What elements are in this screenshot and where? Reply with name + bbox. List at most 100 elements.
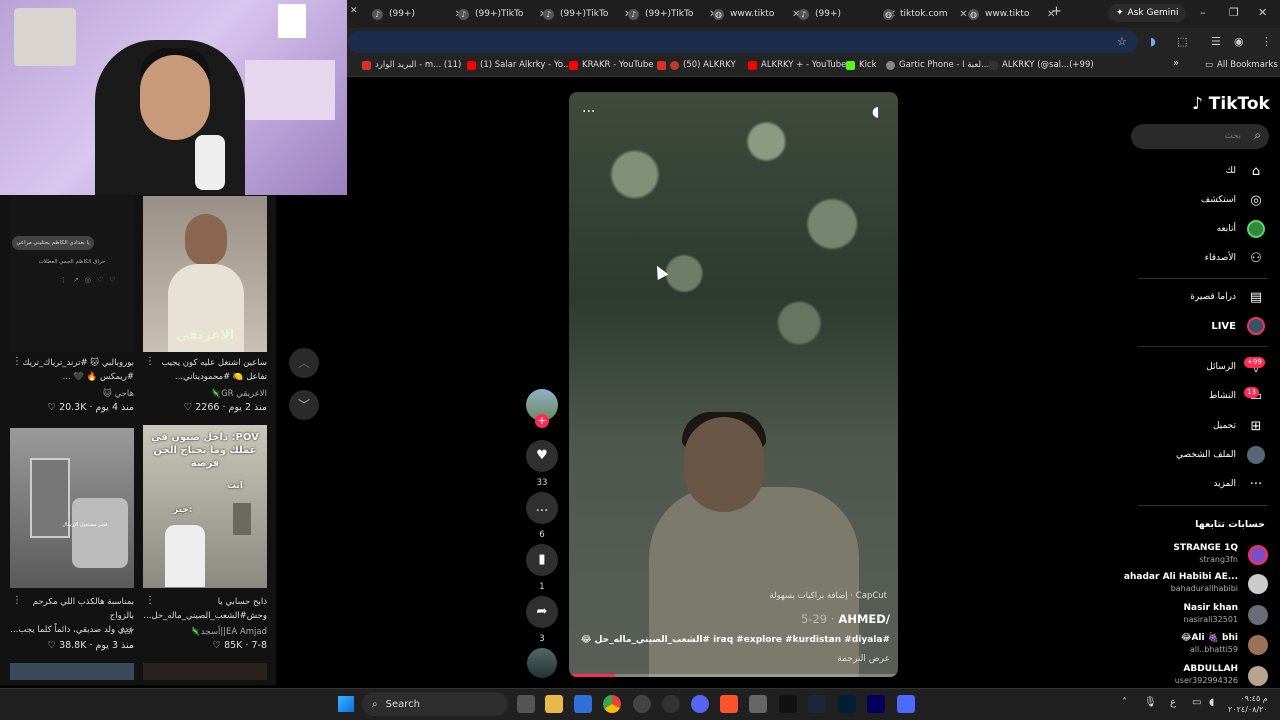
tiktok-logo[interactable]: ♪ TikTok — [1192, 94, 1270, 114]
volume-icon[interactable]: ◖ — [1209, 697, 1214, 708]
app-icon[interactable] — [897, 695, 915, 713]
extensions-icon[interactable]: ⬚ — [1177, 35, 1187, 48]
task-view-icon[interactable] — [517, 695, 535, 713]
bookmark-item[interactable]: KRAKR - YouTube — [569, 60, 653, 70]
followed-account[interactable]: Nasir khan nasirali32501 — [1118, 603, 1268, 629]
file-explorer-icon[interactable] — [545, 695, 563, 713]
close-window-icon[interactable]: ✕ — [1258, 6, 1267, 19]
capcut-icon[interactable] — [779, 695, 797, 713]
translate-link[interactable]: عرض الترجمة — [569, 654, 890, 664]
more-bookmarks-button[interactable]: » — [1173, 58, 1179, 69]
bookmark-item[interactable]: ALKRKY + - YouTube — [748, 60, 846, 70]
nav-short-drama[interactable]: ▤ دراما قصيرة — [1190, 286, 1266, 308]
video-player[interactable]: ··· ◖ CapCut · إضافة براكيات بسهولة 5-29… — [569, 92, 898, 677]
capcut-label[interactable]: CapCut · إضافة براكيات بسهولة — [569, 591, 887, 601]
video-hashtags[interactable]: #iraq #explore #kurdistan #diyala #الشعب… — [579, 635, 890, 645]
obs-icon[interactable] — [662, 695, 680, 713]
store-icon[interactable] — [574, 695, 592, 713]
search-input[interactable] — [1141, 128, 1241, 144]
windows-start-icon[interactable] — [338, 696, 354, 712]
video-caption[interactable]: ساعين اشتغل عليه كون يجيب تفاعل 🍋 #محمودي… — [143, 356, 267, 384]
browser-tab[interactable]: ♪(99+)TikTo✕ — [543, 4, 632, 24]
browser-tab-active[interactable]: ◍ www.tikto ✕ — [968, 4, 1055, 24]
bookmark-item[interactable]: (1) Salar Alkrky - Yo... — [467, 60, 571, 70]
share-button[interactable]: ➦ 3 — [526, 596, 558, 644]
all-bookmarks-button[interactable]: ▭ All Bookmarks — [1205, 60, 1278, 70]
followed-account[interactable]: 😂Ali 🍇 bhi all..bhatti59 — [1118, 633, 1268, 659]
search-icon[interactable]: ⌕ — [1254, 128, 1261, 143]
bookmark-icon[interactable]: ▮ — [526, 544, 558, 576]
browser-tab[interactable]: ♪(99+)✕ — [798, 4, 896, 24]
nav-live[interactable]: LIVE — [1211, 315, 1266, 337]
heart-icon[interactable]: ♥ — [526, 440, 558, 472]
premiere-icon[interactable] — [867, 695, 885, 713]
taskbar-search[interactable]: ⌕ Search — [362, 692, 508, 716]
video-caption[interactable]: بوروبالبي 🐱 #ترند_ترياك_تريك #ريمكس 🔥 🖤 .… — [10, 356, 134, 384]
chevron-up-icon[interactable]: ˄ — [1122, 697, 1127, 708]
video-author[interactable]: الاعريقي GR🦎 — [143, 389, 267, 399]
previous-video-button[interactable]: ︿ — [289, 348, 319, 378]
save-button[interactable]: ▮ 1 — [526, 544, 558, 592]
minimize-icon[interactable]: – — [1200, 6, 1206, 19]
ask-gemini-button[interactable]: ✦ Ask Gemini — [1108, 4, 1187, 22]
mic-icon[interactable]: 🎙 — [1144, 697, 1157, 708]
followed-account[interactable]: STRANGE 1Q strang3fn — [1118, 543, 1268, 569]
video-thumbnail[interactable] — [143, 663, 267, 680]
nav-explore[interactable]: ◎ استكشف — [1201, 189, 1266, 211]
comment-button[interactable]: … 6 — [526, 492, 558, 540]
listen-icon[interactable]: ◗ — [1150, 35, 1156, 48]
video-thumbnail[interactable]: POV: داخل صبون في عملك وما تحتاج الجن فر… — [143, 425, 267, 588]
nav-for-you[interactable]: ⌂ لك — [1226, 160, 1266, 182]
more-options-icon[interactable]: ··· — [582, 104, 595, 120]
network-icon[interactable]: ▭ — [1192, 697, 1201, 708]
video-author[interactable]: هاجي 🐱 — [10, 389, 134, 399]
media-icon[interactable]: ☰ — [1211, 35, 1221, 48]
bookmark-item[interactable]: Gartic Phone - لعبة ا... — [886, 60, 989, 70]
comment-icon[interactable]: … — [526, 492, 558, 524]
nav-more[interactable]: ··· المزيد — [1213, 473, 1266, 495]
tab-close-icon[interactable]: ✕ — [350, 6, 358, 16]
video-thumbnail[interactable]: يا بغدادي الكاظم يحتليني مراعي حراق الكا… — [10, 196, 134, 352]
followed-account[interactable]: ahadar Ali Habibi AE... bahadurallhabibi — [1118, 572, 1268, 598]
video-author[interactable]: EA Amjad||أسجد🦎 — [143, 627, 267, 637]
next-video-button[interactable]: ﹀ — [289, 390, 319, 420]
chrome-icon[interactable] — [603, 695, 621, 713]
steam-icon[interactable] — [808, 695, 826, 713]
search-box[interactable]: ⌕ — [1131, 124, 1269, 149]
system-clock[interactable]: م ٠٩:٤٥ ٢٠٢٤/٠٨/٢٠ — [1228, 693, 1268, 715]
photoshop-icon[interactable] — [838, 695, 856, 713]
video-thumbnail[interactable] — [10, 663, 134, 680]
bookmark-item[interactable]: ALKRKY (@sal...(+99) — [989, 60, 1094, 70]
bookmark-item[interactable]: (50) ALKRKY — [657, 60, 736, 70]
followed-account[interactable]: ABDULLAH user392994326 — [1118, 664, 1268, 690]
bookmark-item[interactable]: Kick — [846, 60, 877, 70]
language-indicator[interactable]: ع — [1170, 697, 1176, 708]
browser-tab[interactable]: ♪(99+)TikTo✕ — [458, 4, 547, 24]
app-icon[interactable] — [633, 695, 651, 713]
profile-icon[interactable]: ◉ — [1234, 35, 1244, 48]
app-icon[interactable] — [749, 695, 767, 713]
menu-icon[interactable]: ⋮ — [1261, 35, 1272, 48]
brave-icon[interactable] — [720, 695, 738, 713]
close-icon[interactable]: ✕ — [959, 9, 967, 20]
nav-following[interactable]: أتابعه — [1217, 218, 1266, 240]
browser-tab[interactable]: ♪(99+)✕ — [372, 4, 463, 24]
browser-tab[interactable]: ◍ www.tikto ✕ — [713, 4, 800, 24]
browser-tab[interactable]: ◍ tiktok.com ✕ — [883, 4, 968, 24]
video-progress-bar[interactable] — [569, 674, 898, 677]
video-thumbnail[interactable]: الاعريقي — [143, 196, 267, 352]
new-tab-button[interactable]: + — [1051, 4, 1062, 19]
follow-plus-icon[interactable]: + — [535, 414, 549, 428]
video-author[interactable]: Asr — [10, 627, 134, 637]
video-thumbnail[interactable]: قصر مستقبل الإرسال — [10, 428, 134, 588]
share-icon[interactable]: ➦ — [526, 596, 558, 628]
bookmark-item[interactable]: البريد الوارد - m... (11) — [362, 60, 461, 70]
like-button[interactable]: ♥ 33 — [526, 440, 558, 488]
browser-tab[interactable]: ♪(99+)TikTo✕ — [628, 4, 717, 24]
maximize-icon[interactable]: ❐ — [1229, 6, 1239, 19]
nav-friends[interactable]: ⚇ الأصدقاء — [1205, 247, 1266, 269]
discord-icon[interactable] — [691, 695, 709, 713]
sound-avatar[interactable] — [527, 648, 557, 678]
nav-profile[interactable]: الملف الشخصي — [1176, 444, 1266, 466]
nav-upload[interactable]: ⊞ تحميل — [1213, 415, 1266, 437]
